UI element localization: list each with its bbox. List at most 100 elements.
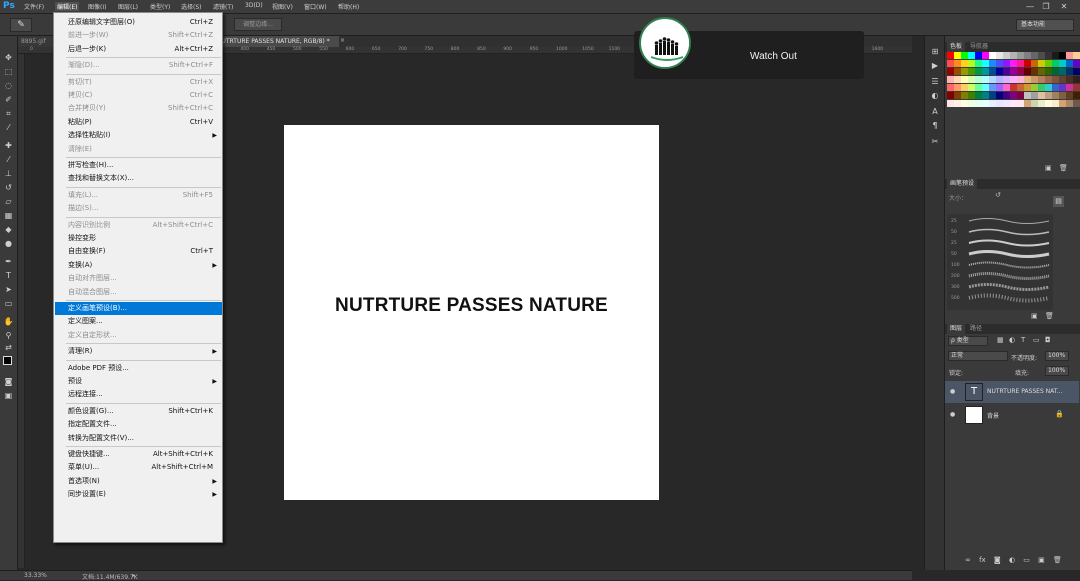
- color-swatch[interactable]: [954, 84, 961, 91]
- adjustments-icon[interactable]: ◐: [928, 90, 942, 102]
- color-swatch[interactable]: [982, 52, 989, 59]
- stamp-tool-icon[interactable]: ⊥: [2, 168, 15, 180]
- color-swatch[interactable]: [1010, 76, 1017, 83]
- color-swatch[interactable]: [1073, 68, 1080, 75]
- lasso-tool-icon[interactable]: ◌: [2, 80, 15, 92]
- status-arrow-icon[interactable]: ▸: [132, 572, 135, 579]
- color-swatch[interactable]: [1045, 60, 1052, 67]
- filter-adjust-icon[interactable]: ◐: [1009, 336, 1015, 344]
- color-swatch[interactable]: [1031, 100, 1038, 107]
- menu-image[interactable]: 图像(I): [88, 2, 106, 11]
- color-swatch[interactable]: [947, 84, 954, 91]
- color-swatch[interactable]: [1031, 52, 1038, 59]
- gradient-tool-icon[interactable]: ▦: [2, 210, 15, 222]
- minimize-icon[interactable]: —: [1024, 1, 1036, 12]
- restore-icon[interactable]: ❐: [1040, 1, 1052, 12]
- color-swatch[interactable]: [1066, 100, 1073, 107]
- color-swatch[interactable]: [989, 92, 996, 99]
- color-swatch[interactable]: [1059, 52, 1066, 59]
- color-swatch[interactable]: [996, 84, 1003, 91]
- menu-window[interactable]: 窗口(W): [304, 2, 327, 11]
- eyedropper-tool-icon[interactable]: ⁄: [2, 122, 15, 134]
- color-swatch[interactable]: [1073, 92, 1080, 99]
- edit-menu-item[interactable]: 转换为配置文件(V)...: [55, 432, 222, 445]
- zoom-tool-icon[interactable]: ⚲: [2, 330, 15, 342]
- color-swatch[interactable]: [947, 52, 954, 59]
- color-swatch[interactable]: [1059, 68, 1066, 75]
- filter-shape-icon[interactable]: ▭: [1033, 336, 1040, 344]
- menu-help[interactable]: 帮助(H): [338, 2, 359, 11]
- layer-filter-select[interactable]: ρ 类型: [948, 336, 988, 346]
- filter-type-icon[interactable]: T: [1021, 336, 1025, 344]
- visibility-eye-icon[interactable]: ●: [950, 411, 955, 418]
- edit-menu-item[interactable]: 清理(R) ▶: [55, 345, 222, 358]
- color-swatch[interactable]: [1017, 76, 1024, 83]
- document-canvas[interactable]: NUTRTURE PASSES NATURE: [284, 125, 659, 500]
- type-tool-icon[interactable]: T: [2, 270, 15, 282]
- color-swatch[interactable]: [968, 84, 975, 91]
- foreground-color-swatch[interactable]: [3, 356, 12, 365]
- color-swatch[interactable]: [1010, 100, 1017, 107]
- color-swatch[interactable]: [975, 76, 982, 83]
- color-swatch[interactable]: [954, 68, 961, 75]
- color-swatch[interactable]: [961, 84, 968, 91]
- color-swatch[interactable]: [1038, 100, 1045, 107]
- color-swatch[interactable]: [968, 52, 975, 59]
- color-swatch[interactable]: [954, 92, 961, 99]
- color-swatch[interactable]: [982, 100, 989, 107]
- brush-list[interactable]: 25 50 25 50 100 200 300 500: [947, 214, 1053, 310]
- color-swatch[interactable]: [968, 100, 975, 107]
- delete-layer-icon[interactable]: 🗑: [1053, 556, 1062, 564]
- pen-tool-icon[interactable]: ✒: [2, 256, 15, 268]
- color-swatch[interactable]: [982, 68, 989, 75]
- color-swatch[interactable]: [961, 68, 968, 75]
- color-swatch[interactable]: [954, 60, 961, 67]
- color-swatch[interactable]: [947, 100, 954, 107]
- color-swatch[interactable]: [1066, 84, 1073, 91]
- delete-swatch-icon[interactable]: 🗑: [1059, 164, 1068, 172]
- color-swatch[interactable]: [1017, 92, 1024, 99]
- color-swatch[interactable]: [1010, 68, 1017, 75]
- color-swatch[interactable]: [996, 68, 1003, 75]
- color-swatch[interactable]: [996, 76, 1003, 83]
- edit-menu-item[interactable]: 指定配置文件...: [55, 418, 222, 431]
- color-swatch[interactable]: [1003, 76, 1010, 83]
- color-swatch[interactable]: [1052, 68, 1059, 75]
- filter-smart-icon[interactable]: ◘: [1045, 336, 1051, 344]
- menu-layer[interactable]: 图层(L): [118, 2, 138, 11]
- tool-presets-icon[interactable]: ✂: [928, 136, 942, 148]
- healing-tool-icon[interactable]: ✚: [2, 140, 15, 152]
- edit-menu-item[interactable]: 选择性粘贴(I) ▶: [55, 129, 222, 142]
- menu-edit[interactable]: 编辑(E): [55, 2, 80, 11]
- refine-edge-button[interactable]: 调整边缘...: [234, 18, 282, 31]
- edit-menu-item[interactable]: 查找和替换文本(X)...: [55, 172, 222, 185]
- color-swatch[interactable]: [961, 52, 968, 59]
- edit-menu-item[interactable]: 粘贴(P) Ctrl+V: [55, 116, 222, 129]
- color-swatch[interactable]: [1024, 60, 1031, 67]
- color-swatch[interactable]: [996, 60, 1003, 67]
- edit-menu-item[interactable]: 预设 ▶: [55, 375, 222, 388]
- shape-tool-icon[interactable]: ▭: [2, 298, 15, 310]
- color-swatch[interactable]: [968, 68, 975, 75]
- edit-menu-item[interactable]: 还原编辑文字图层(O) Ctrl+Z: [55, 16, 222, 29]
- color-swatch[interactable]: [1017, 68, 1024, 75]
- color-swatch[interactable]: [1073, 76, 1080, 83]
- color-swatch[interactable]: [1003, 60, 1010, 67]
- edit-menu-item[interactable]: Adobe PDF 预设...: [55, 362, 222, 375]
- color-swatch[interactable]: [996, 52, 1003, 59]
- color-swatch[interactable]: [1052, 100, 1059, 107]
- color-swatch[interactable]: [1059, 100, 1066, 107]
- color-swatch[interactable]: [975, 52, 982, 59]
- edit-menu-item[interactable]: 远程连接...: [55, 388, 222, 401]
- color-swatch[interactable]: [982, 92, 989, 99]
- color-swatch[interactable]: [1010, 52, 1017, 59]
- path-select-tool-icon[interactable]: ➤: [2, 284, 15, 296]
- actions-icon[interactable]: ▶: [928, 60, 942, 72]
- color-swatch[interactable]: [1045, 52, 1052, 59]
- properties-icon[interactable]: ☰: [928, 76, 942, 88]
- color-swatch[interactable]: [1052, 84, 1059, 91]
- edit-menu-item[interactable]: 键盘快捷键... Alt+Shift+Ctrl+K: [55, 448, 222, 461]
- new-swatch-icon[interactable]: ▣: [1045, 164, 1052, 172]
- color-swatch[interactable]: [1017, 60, 1024, 67]
- blend-mode-select[interactable]: 正常: [948, 351, 1008, 361]
